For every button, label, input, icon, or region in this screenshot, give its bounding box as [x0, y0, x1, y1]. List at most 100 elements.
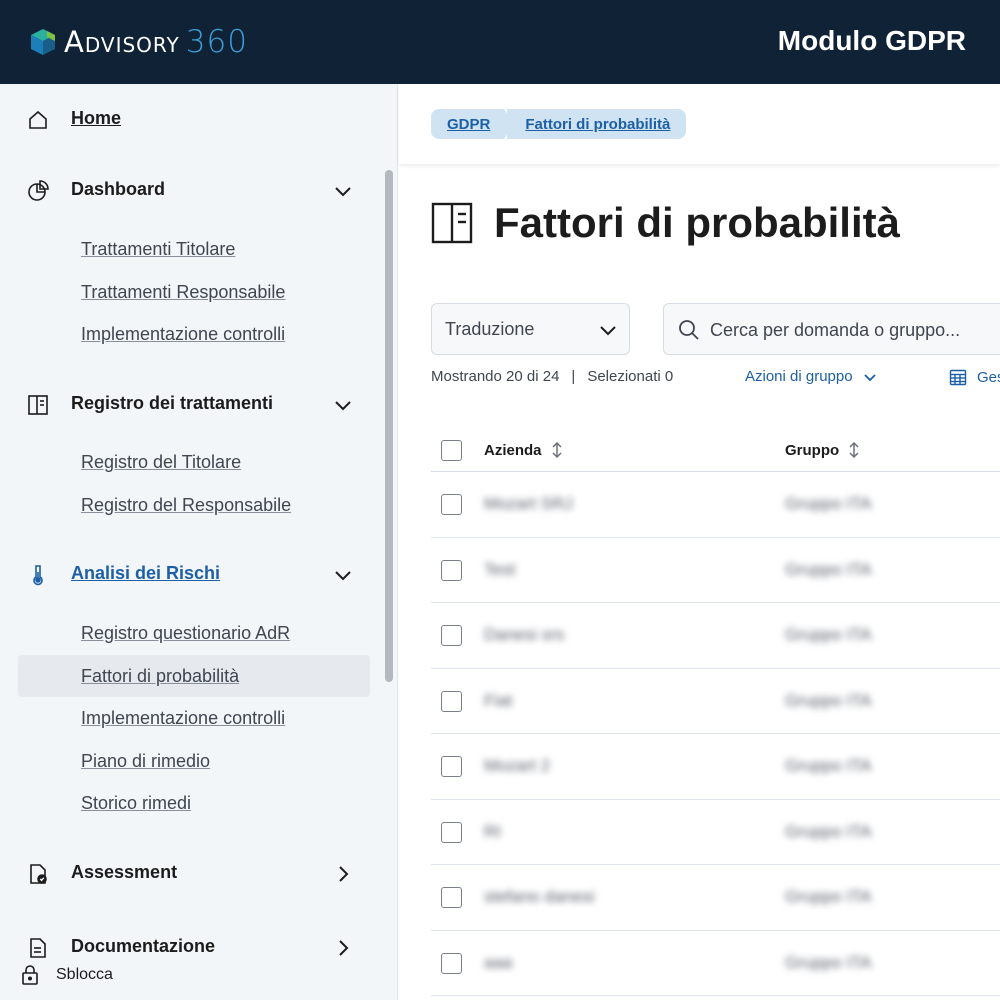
cell-azienda: RI	[484, 821, 501, 841]
cell-azienda: aaa	[484, 952, 513, 972]
breadcrumb-current[interactable]: Fattori di probabilità	[507, 109, 687, 139]
manage-label: Ges	[977, 368, 1000, 386]
sidebar-link[interactable]: Registro del Responsabile	[81, 495, 291, 516]
group-actions-label: Azioni di gruppo	[745, 368, 853, 385]
status-divider: |	[571, 368, 576, 385]
sidebar-link[interactable]: Trattamenti Responsabile	[81, 282, 285, 303]
main-content: GDPR Fattori di probabilità Fattori di p…	[399, 84, 1000, 1000]
row-checkbox[interactable]	[441, 690, 462, 712]
home-icon	[29, 110, 47, 129]
chevron-down-icon	[863, 373, 876, 381]
cell-azienda: Mozart 2	[484, 756, 551, 775]
top-header: Advisory 360 Modulo GDPR	[0, 0, 1000, 84]
chevron-right-icon[interactable]	[332, 937, 354, 959]
cell-azienda: Mozart SRJ	[484, 494, 573, 513]
advisory360-logo[interactable]: Advisory 360	[28, 24, 248, 60]
cell-gruppo: Gruppo ITA	[785, 821, 872, 841]
cell-azienda: Danesi srs	[484, 625, 565, 644]
table-row[interactable]: stefano danesi Gruppo ITA	[431, 865, 1000, 931]
table-row[interactable]: Test Gruppo ITA	[431, 538, 1000, 603]
results-status: Mostrando 20 di 24 | Selezionati 0	[431, 368, 673, 385]
table-row[interactable]: Danesi srs Gruppo ITA	[431, 603, 1000, 669]
translation-select[interactable]: Traduzione	[431, 303, 630, 355]
data-table: Azienda Gruppo Mozart SRJ Gruppo ITA Tes…	[431, 428, 1000, 996]
breadcrumb-bar: GDPR Fattori di probabilità	[399, 84, 1000, 164]
sidebar-item-home[interactable]: Home	[0, 99, 380, 139]
sidebar-link-active[interactable]: Fattori di probabilità	[81, 666, 239, 687]
sidebar-section-assessment[interactable]: Assessment	[0, 853, 380, 893]
sidebar-section-label: Documentazione	[71, 936, 216, 956]
sidebar-section-analisi-rischi[interactable]: Analisi dei Rischi	[0, 554, 380, 594]
row-checkbox[interactable]	[441, 559, 462, 581]
thermometer-icon	[33, 565, 43, 586]
sidebar-link[interactable]: Implementazione controlli	[81, 324, 285, 345]
lock-icon	[22, 965, 38, 985]
search-icon	[679, 320, 699, 340]
document-icon	[30, 938, 46, 958]
sidebar-section-registro[interactable]: Registro dei trattamenti	[0, 384, 380, 424]
module-title: Modulo GDPR	[777, 25, 966, 56]
sidebar: Home Dashboard Trattamenti Titolare Trat…	[0, 84, 398, 1000]
column-label: Gruppo	[785, 441, 840, 459]
pie-chart-icon	[28, 180, 49, 201]
sidebar-link[interactable]: Registro questionario AdR	[81, 623, 290, 644]
unlock-label: Sblocca	[56, 966, 113, 983]
sidebar-section-label: Registro dei trattamenti	[71, 393, 274, 413]
unlock-button[interactable]: Sblocca	[20, 964, 113, 986]
sidebar-link[interactable]: Trattamenti Titolare	[81, 239, 235, 260]
sidebar-link[interactable]: Storico rimedi	[81, 793, 191, 814]
book-icon	[431, 202, 473, 244]
table-row[interactable]: aaa Gruppo ITA	[431, 931, 1000, 996]
sidebar-item-label: Home	[71, 108, 122, 128]
logo-wordmark: Advisory	[64, 25, 180, 59]
sidebar-link[interactable]: Piano di rimedio	[81, 751, 210, 772]
select-all-checkbox[interactable]	[441, 440, 462, 461]
search-input[interactable]	[710, 316, 1000, 344]
table-row[interactable]: Fiat Gruppo ITA	[431, 669, 1000, 734]
row-checkbox[interactable]	[441, 952, 462, 974]
row-checkbox[interactable]	[441, 494, 462, 515]
search-box[interactable]	[663, 303, 1000, 355]
sidebar-link[interactable]: Implementazione controlli	[81, 708, 285, 729]
breadcrumb: GDPR Fattori di probabilità	[431, 109, 687, 139]
column-header-gruppo[interactable]: Gruppo	[785, 441, 861, 459]
manage-columns-button[interactable]: Ges	[949, 368, 1000, 386]
book-icon	[28, 395, 48, 415]
calendar-grid-icon	[949, 369, 967, 386]
sidebar-scrollbar[interactable]	[385, 170, 393, 682]
chevron-down-icon	[600, 326, 616, 336]
row-checkbox[interactable]	[441, 821, 462, 843]
cell-gruppo: Gruppo ITA	[785, 887, 872, 906]
cell-gruppo: Gruppo ITA	[785, 952, 872, 972]
select-value: Traduzione	[445, 319, 535, 339]
chevron-down-icon[interactable]	[332, 564, 354, 586]
sidebar-section-dashboard[interactable]: Dashboard	[0, 170, 380, 210]
table-row[interactable]: Mozart SRJ Gruppo ITA	[431, 472, 1000, 538]
group-actions-dropdown[interactable]: Azioni di gruppo	[745, 368, 877, 385]
table-row[interactable]: Mozart 2 Gruppo ITA	[431, 734, 1000, 800]
table-header: Azienda Gruppo	[431, 428, 1000, 472]
row-checkbox[interactable]	[441, 756, 462, 777]
row-checkbox[interactable]	[441, 887, 462, 908]
chevron-right-icon[interactable]	[332, 863, 354, 885]
selected-count: Selezionati 0	[587, 368, 674, 385]
breadcrumb-gdpr[interactable]: GDPR	[431, 109, 515, 139]
chevron-down-icon[interactable]	[332, 394, 354, 416]
cell-azienda: stefano danesi	[484, 887, 595, 906]
table-row[interactable]: RI Gruppo ITA	[431, 800, 1000, 865]
sidebar-link[interactable]: Registro del Titolare	[81, 452, 241, 473]
column-header-azienda[interactable]: Azienda	[484, 441, 564, 459]
cell-azienda: Fiat	[484, 690, 513, 710]
column-label: Azienda	[484, 441, 542, 459]
cell-gruppo: Gruppo ITA	[785, 756, 872, 775]
row-checkbox[interactable]	[441, 625, 462, 646]
showing-count: Mostrando 20 di 24	[431, 368, 560, 385]
sidebar-section-documentazione[interactable]: Documentazione	[0, 927, 380, 967]
sidebar-section-label: Analisi dei Rischi	[71, 563, 221, 583]
cell-azienda: Test	[484, 559, 516, 579]
sidebar-section-label: Assessment	[71, 862, 178, 882]
chevron-down-icon[interactable]	[332, 180, 354, 202]
document-check-icon	[30, 864, 47, 884]
logo-number: 360	[185, 24, 248, 60]
cell-gruppo: Gruppo ITA	[785, 559, 872, 579]
